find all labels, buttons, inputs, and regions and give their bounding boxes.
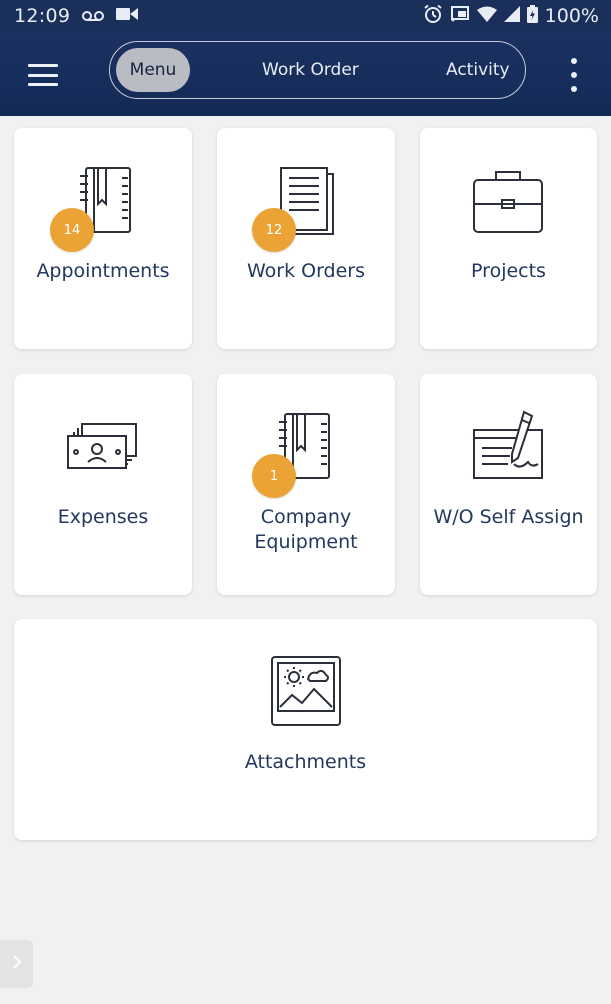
tile-wo-self-assign[interactable]: W/O Self Assign [420, 374, 597, 595]
tile-work-orders[interactable]: 12 Work Orders [217, 128, 395, 349]
equipment-count-badge: 1 [252, 454, 296, 498]
tile-expenses[interactable]: Expenses [14, 374, 192, 595]
tile-label: W/O Self Assign [433, 506, 584, 528]
tile-label: Projects [471, 260, 546, 282]
chevron-right-icon [12, 954, 22, 974]
battery-percent: 100% [544, 5, 599, 27]
appointments-count-badge: 14 [50, 208, 94, 252]
battery-icon [526, 4, 538, 28]
image-icon [270, 655, 342, 731]
tile-projects[interactable]: Projects [420, 128, 597, 349]
briefcase-icon [470, 166, 546, 242]
status-time: 12:09 [14, 5, 71, 27]
tab-menu[interactable]: Menu [116, 48, 190, 92]
tile-attachments[interactable]: Attachments [14, 619, 597, 840]
tile-company-equipment[interactable]: 1 Company Equipment [217, 374, 395, 595]
signal-icon [503, 5, 520, 27]
tile-label: Expenses [57, 506, 149, 528]
tab-activity[interactable]: Activity [446, 42, 510, 97]
voicemail-icon [82, 5, 105, 27]
sign-icon [470, 410, 546, 486]
side-drawer-handle[interactable] [0, 940, 33, 988]
tile-appointments[interactable]: 14 Appointments [14, 128, 192, 349]
tile-label: Attachments [244, 751, 367, 773]
app-header: Menu Work Order Activity [0, 32, 611, 116]
video-icon [116, 5, 139, 27]
more-options-icon[interactable] [566, 58, 582, 92]
tile-label: Appointments [36, 260, 170, 282]
tile-label: Work Orders [246, 260, 366, 282]
money-icon [66, 422, 140, 476]
header-segmented-control: Menu Work Order Activity [109, 41, 526, 99]
tile-label-line1: Company [260, 506, 352, 528]
tab-work-order[interactable]: Work Order [262, 42, 359, 97]
alarm-icon [423, 4, 443, 29]
work-orders-count-badge: 12 [252, 208, 296, 252]
hamburger-menu-icon[interactable] [28, 64, 58, 86]
tile-label-line2: Equipment [254, 531, 358, 553]
status-bar: 12:09 100% [0, 0, 611, 32]
cast-icon [450, 5, 470, 27]
wifi-icon [476, 5, 497, 27]
tile-label: Company Equipment [217, 505, 395, 555]
